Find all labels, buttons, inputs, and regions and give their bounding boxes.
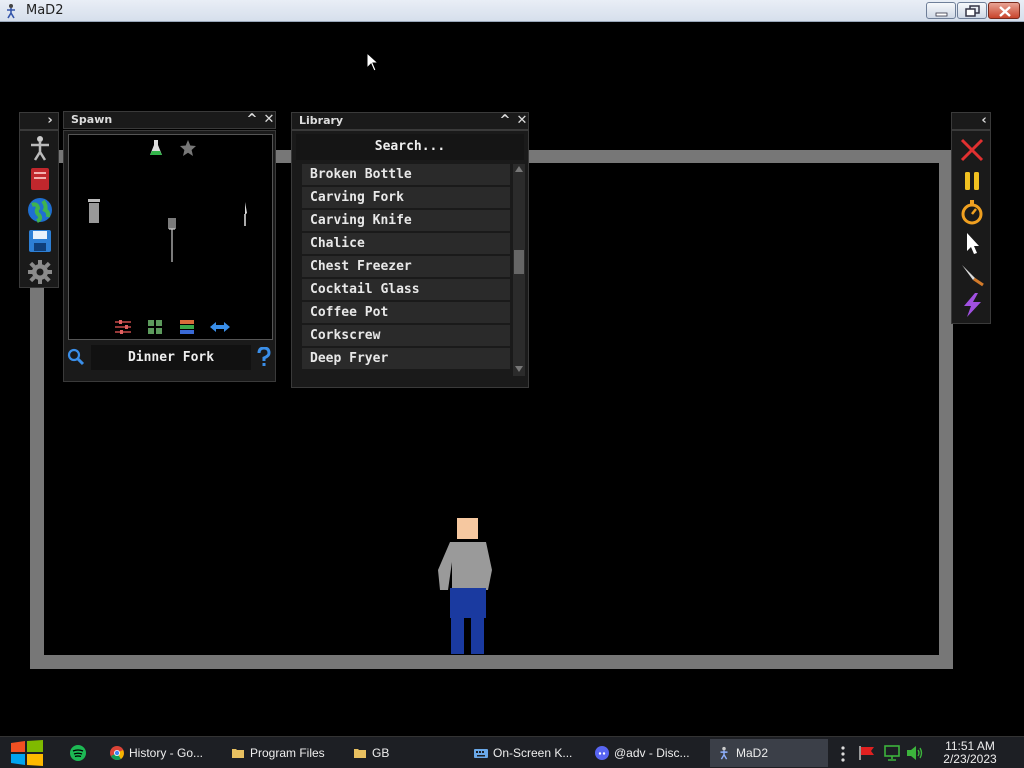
taskbar-item-mad2[interactable]: MaD2 xyxy=(710,739,828,767)
mad2-app-icon xyxy=(7,4,15,19)
chrome-icon xyxy=(110,746,124,760)
task-label: History - Go... xyxy=(129,746,204,760)
network-icon[interactable] xyxy=(883,745,901,761)
taskbar-item-on-screen-keyboard[interactable]: On-Screen K... xyxy=(467,739,585,767)
list-item[interactable]: Carving Fork xyxy=(302,187,510,208)
taskbar: History - Go... Program Files GB On-Scre… xyxy=(0,736,1024,768)
spawn-collapse-button[interactable]: ^ xyxy=(244,112,260,128)
expand-toolbar-button[interactable]: › xyxy=(42,113,58,129)
selected-item-name: Dinner Fork xyxy=(91,345,251,370)
floppy-save-icon[interactable] xyxy=(27,228,53,254)
task-label: On-Screen K... xyxy=(493,746,573,760)
spotify-icon[interactable] xyxy=(70,745,86,761)
mad2-app-icon xyxy=(720,746,728,760)
folder-icon xyxy=(232,749,244,758)
library-close-button[interactable]: ✕ xyxy=(514,113,530,129)
grid-icon[interactable] xyxy=(147,319,163,335)
gear-icon[interactable] xyxy=(27,259,53,285)
library-search-input[interactable]: Search... xyxy=(296,134,524,160)
lightning-icon[interactable] xyxy=(959,292,985,318)
globe-icon[interactable] xyxy=(27,197,53,223)
minimize-button[interactable] xyxy=(926,2,956,19)
maximize-button[interactable] xyxy=(957,2,987,19)
red-x-icon[interactable] xyxy=(959,137,985,163)
taskbar-item-discord[interactable]: @adv - Disc... xyxy=(588,739,706,767)
library-list: Broken Bottle Carving Fork Carving Knife… xyxy=(302,164,510,371)
volume-icon[interactable] xyxy=(906,745,924,761)
taskbar-item-program-files[interactable]: Program Files xyxy=(224,739,342,767)
list-item[interactable]: Corkscrew xyxy=(302,325,510,346)
stack-icon[interactable] xyxy=(179,319,195,335)
list-item[interactable]: Chalice xyxy=(302,233,510,254)
library-scrollbar[interactable] xyxy=(513,164,525,376)
taskbar-item-chrome[interactable]: History - Go... xyxy=(103,739,221,767)
ragdoll-figure-icon[interactable] xyxy=(27,135,53,161)
minimize-icon xyxy=(935,12,948,17)
right-toolbar-header: ‹ xyxy=(951,112,991,130)
flask-icon[interactable] xyxy=(149,139,163,157)
discord-icon xyxy=(595,746,609,760)
folder-icon xyxy=(354,749,366,758)
show-hidden-icons-icon[interactable] xyxy=(840,746,846,762)
action-center-flag-icon[interactable] xyxy=(858,745,876,761)
windows-start-icon[interactable] xyxy=(10,740,44,766)
dinner-fork-item[interactable] xyxy=(168,217,176,263)
taskbar-item-gb[interactable]: GB xyxy=(346,739,464,767)
library-collapse-button[interactable]: ^ xyxy=(497,113,513,129)
stopwatch-icon[interactable] xyxy=(959,199,985,225)
spawn-panel-header[interactable]: Spawn ^ ✕ xyxy=(63,111,276,129)
left-toolbar-header: › xyxy=(19,112,59,130)
list-item[interactable]: Deep Fryer xyxy=(302,348,510,369)
system-clock[interactable]: 11:51 AM 2/23/2023 xyxy=(930,740,1010,766)
list-item[interactable]: Chest Freezer xyxy=(302,256,510,277)
close-icon xyxy=(999,6,1011,17)
right-toolbar xyxy=(951,130,991,324)
spawn-close-button[interactable]: ✕ xyxy=(261,112,277,128)
swap-arrows-icon[interactable] xyxy=(209,321,231,333)
task-label: MaD2 xyxy=(736,746,769,760)
trash-can-item[interactable] xyxy=(86,197,102,227)
pointer-icon[interactable] xyxy=(959,230,985,256)
search-icon[interactable] xyxy=(67,348,85,366)
mouse-cursor-icon xyxy=(366,52,380,72)
sliders-icon[interactable] xyxy=(114,319,132,335)
window-titlebar: MaD2 xyxy=(0,0,1024,22)
task-label: GB xyxy=(372,746,390,760)
knife-item[interactable] xyxy=(242,201,248,227)
list-item[interactable]: Carving Knife xyxy=(302,210,510,231)
library-panel-header[interactable]: Library ^ ✕ xyxy=(291,112,529,130)
task-label: @adv - Disc... xyxy=(614,746,690,760)
list-item[interactable]: Cocktail Glass xyxy=(302,279,510,300)
pause-icon[interactable] xyxy=(959,168,985,194)
red-book-icon[interactable] xyxy=(27,166,53,192)
star-icon[interactable] xyxy=(179,139,197,157)
spawn-panel: Dinner Fork xyxy=(63,130,276,382)
close-button[interactable] xyxy=(988,2,1020,19)
clock-date: 2/23/2023 xyxy=(943,752,997,766)
keyboard-icon xyxy=(474,749,488,758)
task-label: Program Files xyxy=(250,746,325,760)
scroll-up-icon[interactable] xyxy=(515,166,523,172)
spawn-panel-title: Spawn xyxy=(71,113,113,126)
knife-icon[interactable] xyxy=(959,261,985,287)
library-panel: Search... Broken Bottle Carving Fork Car… xyxy=(291,130,529,388)
maximize-icon xyxy=(965,5,980,17)
left-toolbar xyxy=(19,130,59,288)
library-panel-title: Library xyxy=(299,114,344,127)
window-title: MaD2 xyxy=(26,3,64,18)
spawn-preview[interactable] xyxy=(68,134,273,340)
ragdoll-character[interactable] xyxy=(432,518,504,658)
list-item[interactable]: Broken Bottle xyxy=(302,164,510,185)
library-scroll-thumb[interactable] xyxy=(514,250,524,274)
list-item[interactable]: Coffee Pot xyxy=(302,302,510,323)
collapse-toolbar-button[interactable]: ‹ xyxy=(976,113,992,129)
help-icon[interactable] xyxy=(256,347,272,367)
scroll-down-icon[interactable] xyxy=(515,366,523,372)
